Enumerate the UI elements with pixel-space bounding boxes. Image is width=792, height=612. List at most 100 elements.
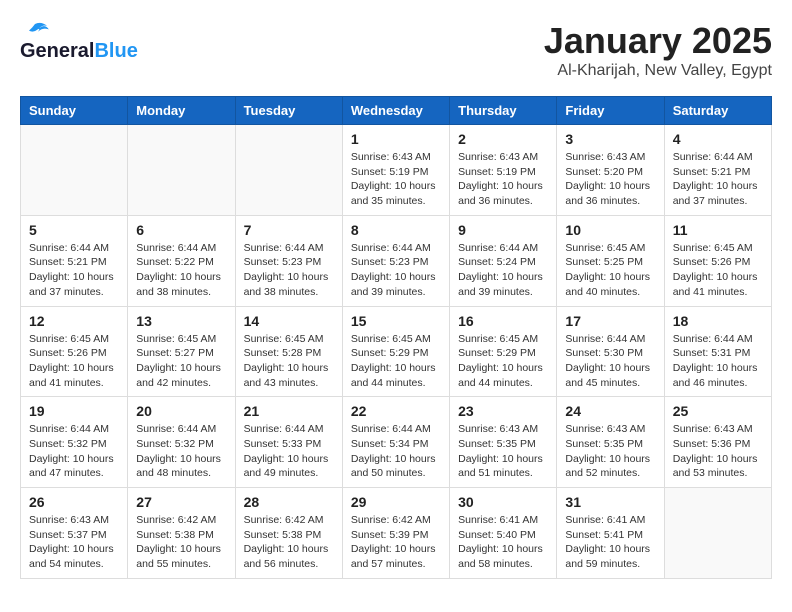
- day-number: 31: [565, 494, 655, 510]
- day-number: 9: [458, 222, 548, 238]
- day-info: Sunrise: 6:43 AM Sunset: 5:36 PM Dayligh…: [673, 422, 763, 481]
- day-number: 6: [136, 222, 226, 238]
- calendar-cell: 30Sunrise: 6:41 AM Sunset: 5:40 PM Dayli…: [450, 488, 557, 579]
- calendar-cell: 29 Sunrise: 6:42 AM Sunset: 5:39 PM Dayli…: [342, 488, 449, 579]
- day-number: 13: [136, 313, 226, 329]
- day-info: Sunrise: 6:42 AM Sunset: 5:38 PM Dayligh…: [136, 513, 226, 572]
- day-number: 2: [458, 131, 548, 147]
- day-info: Sunrise: 6:44 AM Sunset: 5:31 PM Dayligh…: [673, 332, 763, 391]
- calendar-cell: 1 Sunrise: 6:43 AM Sunset: 5:19 PM Daylig…: [342, 125, 449, 216]
- calendar-cell: 14Sunrise: 6:45 AM Sunset: 5:28 PM Dayli…: [235, 306, 342, 397]
- day-info: Sunrise: 6:43 AM Sunset: 5:35 PM Dayligh…: [458, 422, 548, 481]
- logo-general: General: [20, 40, 94, 63]
- calendar-cell: 24 Sunrise: 6:43 AM Sunset: 5:35 PM Dayli…: [557, 397, 664, 488]
- calendar-subtitle: Al-Kharijah, New Valley, Egypt: [544, 62, 772, 80]
- day-info: Sunrise: 6:45 AM Sunset: 5:29 PM Dayligh…: [351, 332, 441, 391]
- calendar-cell: 6 Sunrise: 6:44 AM Sunset: 5:22 PM Daylig…: [128, 215, 235, 306]
- day-number: 5: [29, 222, 119, 238]
- day-number: 7: [244, 222, 334, 238]
- day-number: 29: [351, 494, 441, 510]
- day-info: Sunrise: 6:45 AM Sunset: 5:27 PM Dayligh…: [136, 332, 226, 391]
- day-info: Sunrise: 6:43 AM Sunset: 5:19 PM Dayligh…: [351, 150, 441, 209]
- calendar-table: SundayMondayTuesdayWednesdayThursdayFrid…: [20, 96, 772, 579]
- calendar-cell: 27 Sunrise: 6:42 AM Sunset: 5:38 PM Dayli…: [128, 488, 235, 579]
- calendar-cell: 20Sunrise: 6:44 AM Sunset: 5:32 PM Dayli…: [128, 397, 235, 488]
- calendar-cell: [235, 125, 342, 216]
- day-number: 28: [244, 494, 334, 510]
- calendar-cell: 7Sunrise: 6:44 AM Sunset: 5:23 PM Daylig…: [235, 215, 342, 306]
- calendar-cell: 2 Sunrise: 6:43 AM Sunset: 5:19 PM Daylig…: [450, 125, 557, 216]
- calendar-week-row: 19 Sunrise: 6:44 AM Sunset: 5:32 PM Dayli…: [21, 397, 772, 488]
- day-info: Sunrise: 6:42 AM Sunset: 5:38 PM Dayligh…: [244, 513, 334, 572]
- weekday-header-tuesday: Tuesday: [235, 97, 342, 125]
- day-info: Sunrise: 6:42 AM Sunset: 5:39 PM Dayligh…: [351, 513, 441, 572]
- day-info: Sunrise: 6:45 AM Sunset: 5:26 PM Dayligh…: [673, 241, 763, 300]
- calendar-cell: 5 Sunrise: 6:44 AM Sunset: 5:21 PM Daylig…: [21, 215, 128, 306]
- day-info: Sunrise: 6:44 AM Sunset: 5:21 PM Dayligh…: [29, 241, 119, 300]
- day-info: Sunrise: 6:43 AM Sunset: 5:37 PM Dayligh…: [29, 513, 119, 572]
- weekday-header-sunday: Sunday: [21, 97, 128, 125]
- day-info: Sunrise: 6:45 AM Sunset: 5:26 PM Dayligh…: [29, 332, 119, 391]
- day-info: Sunrise: 6:44 AM Sunset: 5:30 PM Dayligh…: [565, 332, 655, 391]
- day-info: Sunrise: 6:45 AM Sunset: 5:29 PM Dayligh…: [458, 332, 548, 391]
- day-info: Sunrise: 6:44 AM Sunset: 5:32 PM Dayligh…: [136, 422, 226, 481]
- calendar-cell: 17 Sunrise: 6:44 AM Sunset: 5:30 PM Dayli…: [557, 306, 664, 397]
- day-number: 10: [565, 222, 655, 238]
- day-number: 19: [29, 403, 119, 419]
- day-number: 24: [565, 403, 655, 419]
- calendar-title: January 2025: [544, 20, 772, 62]
- day-number: 3: [565, 131, 655, 147]
- calendar-cell: [664, 488, 771, 579]
- calendar-cell: 19 Sunrise: 6:44 AM Sunset: 5:32 PM Dayli…: [21, 397, 128, 488]
- calendar-cell: 22Sunrise: 6:44 AM Sunset: 5:34 PM Dayli…: [342, 397, 449, 488]
- weekday-header-row: SundayMondayTuesdayWednesdayThursdayFrid…: [21, 97, 772, 125]
- day-number: 1: [351, 131, 441, 147]
- day-number: 4: [673, 131, 763, 147]
- day-number: 30: [458, 494, 548, 510]
- calendar-cell: 28 Sunrise: 6:42 AM Sunset: 5:38 PM Dayli…: [235, 488, 342, 579]
- day-number: 18: [673, 313, 763, 329]
- day-info: Sunrise: 6:43 AM Sunset: 5:20 PM Dayligh…: [565, 150, 655, 209]
- weekday-header-thursday: Thursday: [450, 97, 557, 125]
- day-number: 22: [351, 403, 441, 419]
- day-info: Sunrise: 6:41 AM Sunset: 5:41 PM Dayligh…: [565, 513, 655, 572]
- calendar-cell: 26 Sunrise: 6:43 AM Sunset: 5:37 PM Dayli…: [21, 488, 128, 579]
- calendar-week-row: 26 Sunrise: 6:43 AM Sunset: 5:37 PM Dayli…: [21, 488, 772, 579]
- calendar-cell: [21, 125, 128, 216]
- logo-blue: Blue: [94, 40, 137, 63]
- day-info: Sunrise: 6:44 AM Sunset: 5:33 PM Dayligh…: [244, 422, 334, 481]
- calendar-cell: 23 Sunrise: 6:43 AM Sunset: 5:35 PM Dayli…: [450, 397, 557, 488]
- calendar-cell: 3 Sunrise: 6:43 AM Sunset: 5:20 PM Daylig…: [557, 125, 664, 216]
- day-number: 23: [458, 403, 548, 419]
- calendar-cell: 18 Sunrise: 6:44 AM Sunset: 5:31 PM Dayli…: [664, 306, 771, 397]
- calendar-cell: 11Sunrise: 6:45 AM Sunset: 5:26 PM Dayli…: [664, 215, 771, 306]
- calendar-week-row: 1 Sunrise: 6:43 AM Sunset: 5:19 PM Daylig…: [21, 125, 772, 216]
- calendar-cell: 9Sunrise: 6:44 AM Sunset: 5:24 PM Daylig…: [450, 215, 557, 306]
- day-info: Sunrise: 6:44 AM Sunset: 5:21 PM Dayligh…: [673, 150, 763, 209]
- calendar-cell: 16 Sunrise: 6:45 AM Sunset: 5:29 PM Dayli…: [450, 306, 557, 397]
- calendar-cell: 4 Sunrise: 6:44 AM Sunset: 5:21 PM Daylig…: [664, 125, 771, 216]
- day-number: 14: [244, 313, 334, 329]
- day-number: 16: [458, 313, 548, 329]
- day-number: 17: [565, 313, 655, 329]
- calendar-cell: 25 Sunrise: 6:43 AM Sunset: 5:36 PM Dayli…: [664, 397, 771, 488]
- day-info: Sunrise: 6:43 AM Sunset: 5:19 PM Dayligh…: [458, 150, 548, 209]
- day-number: 25: [673, 403, 763, 419]
- day-info: Sunrise: 6:44 AM Sunset: 5:23 PM Dayligh…: [351, 241, 441, 300]
- page-header: General Blue January 2025 Al-Kharijah, N…: [20, 20, 772, 80]
- day-number: 26: [29, 494, 119, 510]
- calendar-cell: 12Sunrise: 6:45 AM Sunset: 5:26 PM Dayli…: [21, 306, 128, 397]
- title-block: January 2025 Al-Kharijah, New Valley, Eg…: [544, 20, 772, 80]
- day-number: 21: [244, 403, 334, 419]
- day-number: 27: [136, 494, 226, 510]
- calendar-cell: 21 Sunrise: 6:44 AM Sunset: 5:33 PM Dayli…: [235, 397, 342, 488]
- calendar-cell: 13 Sunrise: 6:45 AM Sunset: 5:27 PM Dayli…: [128, 306, 235, 397]
- day-info: Sunrise: 6:44 AM Sunset: 5:32 PM Dayligh…: [29, 422, 119, 481]
- day-info: Sunrise: 6:43 AM Sunset: 5:35 PM Dayligh…: [565, 422, 655, 481]
- day-info: Sunrise: 6:44 AM Sunset: 5:22 PM Dayligh…: [136, 241, 226, 300]
- day-info: Sunrise: 6:45 AM Sunset: 5:25 PM Dayligh…: [565, 241, 655, 300]
- calendar-cell: 15 Sunrise: 6:45 AM Sunset: 5:29 PM Dayli…: [342, 306, 449, 397]
- weekday-header-saturday: Saturday: [664, 97, 771, 125]
- calendar-cell: 10 Sunrise: 6:45 AM Sunset: 5:25 PM Dayli…: [557, 215, 664, 306]
- day-number: 15: [351, 313, 441, 329]
